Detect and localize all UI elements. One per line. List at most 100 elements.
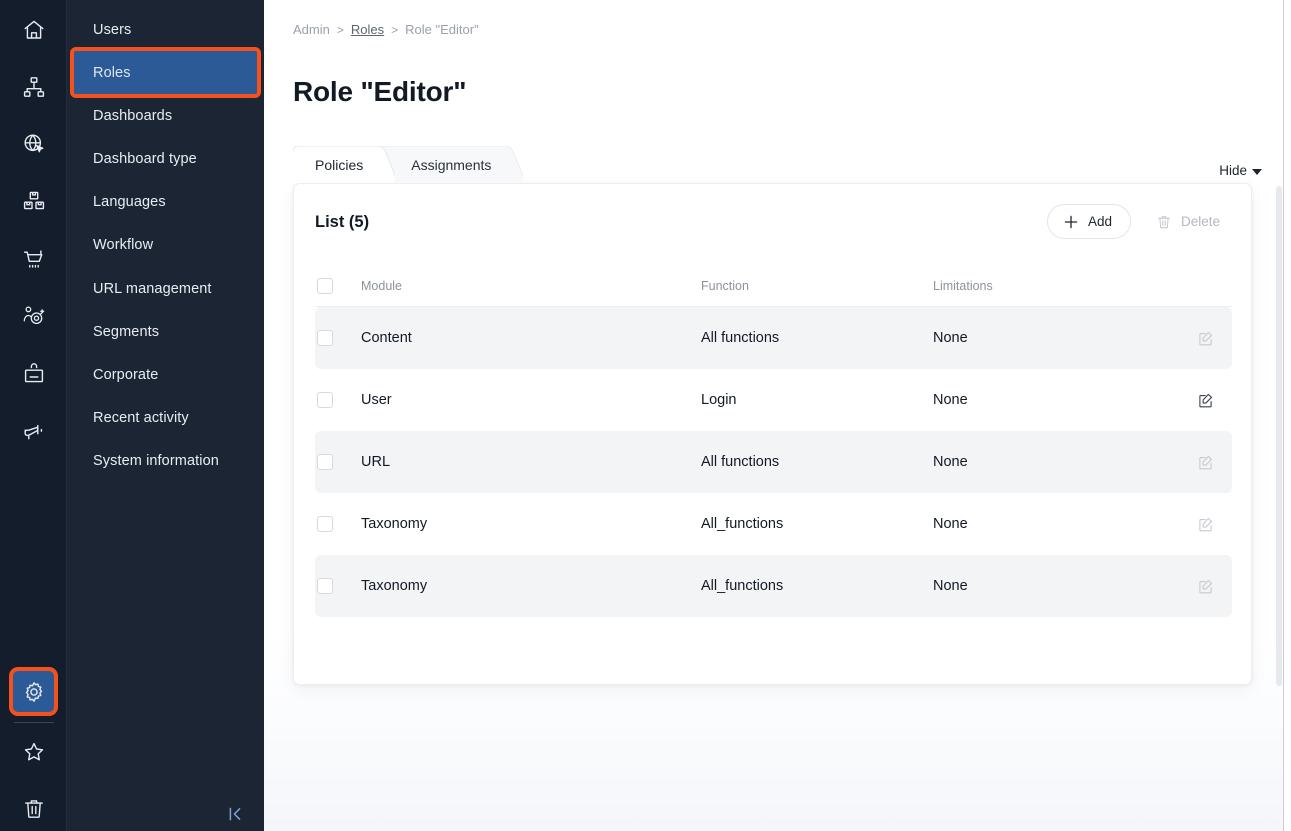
cell-module: URL — [361, 454, 701, 470]
rail-divider — [14, 722, 54, 723]
cell-module: Taxonomy — [361, 516, 701, 532]
table-row[interactable]: Taxonomy All_functions None — [315, 555, 1232, 617]
breadcrumb-item-admin[interactable]: Admin — [293, 22, 330, 37]
tab-assignments[interactable]: Assignments — [381, 146, 523, 183]
row-checkbox[interactable] — [317, 330, 333, 346]
select-all-cell — [315, 278, 361, 294]
cell-limitations: None — [933, 516, 1178, 532]
sidebar-item-label: Dashboard type — [93, 151, 197, 167]
sidebar-item-languages[interactable]: Languages — [74, 180, 257, 223]
sidebar-item-segments[interactable]: Segments — [74, 310, 257, 353]
edit-icon[interactable] — [1178, 330, 1232, 347]
breadcrumb: Admin > Roles > Role "Editor" — [293, 22, 479, 37]
breadcrumb-item-current: Role "Editor" — [405, 22, 479, 37]
edit-icon[interactable] — [1178, 578, 1232, 595]
sidebar-item-recent-activity[interactable]: Recent activity — [74, 396, 257, 439]
policies-card: List (5) Add — [293, 183, 1252, 685]
scrollbar-thumb[interactable] — [1276, 186, 1282, 686]
home-icon[interactable] — [12, 8, 55, 51]
edit-icon[interactable] — [1178, 516, 1232, 533]
sidebar-item-workflow[interactable]: Workflow — [74, 223, 257, 266]
sidebar-item-label: Languages — [93, 194, 166, 210]
cell-function: Login — [701, 392, 933, 408]
table-row[interactable]: Content All functions None — [315, 307, 1232, 369]
id-badge-icon[interactable] — [12, 352, 55, 395]
audience-target-icon[interactable] — [12, 294, 55, 337]
edit-icon[interactable] — [1178, 454, 1232, 471]
sidebar-item-label: Dashboards — [93, 108, 172, 124]
sidebar: Users Roles Dashboards Dashboard type La… — [67, 0, 264, 831]
cell-limitations: None — [933, 578, 1178, 594]
tab-policies[interactable]: Policies — [293, 146, 395, 183]
table-row[interactable]: Taxonomy All_functions None — [315, 493, 1232, 555]
hide-toggle-label: Hide — [1219, 163, 1247, 178]
trash-icon[interactable] — [12, 787, 55, 830]
row-select-cell — [315, 516, 361, 532]
cell-function: All functions — [701, 454, 933, 470]
cell-limitations: None — [933, 392, 1178, 408]
hide-toggle[interactable]: Hide — [1219, 163, 1262, 178]
table-row[interactable]: URL All functions None — [315, 431, 1232, 493]
gear-icon[interactable] — [12, 670, 55, 713]
sidebar-item-url-management[interactable]: URL management — [74, 267, 257, 310]
boxes-icon[interactable] — [12, 179, 55, 222]
cell-function: All functions — [701, 330, 933, 346]
right-gutter — [1285, 0, 1291, 831]
sidebar-item-label: Workflow — [93, 237, 153, 253]
sidebar-item-system-information[interactable]: System information — [74, 439, 257, 482]
column-header-function: Function — [701, 279, 933, 293]
sitemap-icon[interactable] — [12, 65, 55, 108]
sidebar-item-label: Recent activity — [93, 410, 189, 426]
sidebar-item-roles[interactable]: Roles — [74, 51, 257, 94]
policies-table: Module Function Limitations Content All … — [315, 266, 1232, 617]
tab-bar: Policies Assignments — [293, 146, 523, 183]
sidebar-item-label: URL management — [93, 281, 212, 297]
delete-button[interactable]: Delete — [1144, 204, 1232, 239]
list-header: List (5) Add — [294, 184, 1251, 266]
add-button[interactable]: Add — [1047, 204, 1131, 239]
collapse-sidebar-icon[interactable] — [222, 802, 248, 826]
icon-rail — [0, 0, 67, 831]
table-header-row: Module Function Limitations — [315, 266, 1232, 307]
row-checkbox[interactable] — [317, 454, 333, 470]
star-icon[interactable] — [12, 730, 55, 773]
page-frame: Users Roles Dashboards Dashboard type La… — [0, 0, 1284, 831]
sidebar-item-label: Users — [93, 22, 131, 38]
sidebar-item-dashboard-type[interactable]: Dashboard type — [74, 137, 257, 180]
breadcrumb-separator: > — [391, 23, 398, 37]
cell-module: Taxonomy — [361, 578, 701, 594]
column-header-module: Module — [361, 279, 701, 293]
edit-icon[interactable] — [1178, 392, 1232, 409]
cell-limitations: None — [933, 330, 1178, 346]
row-select-cell — [315, 454, 361, 470]
sidebar-item-dashboards[interactable]: Dashboards — [74, 94, 257, 137]
cell-function: All_functions — [701, 516, 933, 532]
delete-button-label: Delete — [1181, 214, 1220, 229]
megaphone-icon[interactable] — [12, 410, 55, 453]
main-scrollbar[interactable] — [1275, 0, 1284, 831]
sidebar-item-label: Roles — [93, 65, 131, 81]
app-root: Users Roles Dashboards Dashboard type La… — [0, 0, 1291, 831]
shopping-cart-icon[interactable] — [12, 237, 55, 280]
sidebar-item-label: Segments — [93, 324, 159, 340]
row-checkbox[interactable] — [317, 516, 333, 532]
table-row[interactable]: User Login None — [315, 369, 1232, 431]
add-button-label: Add — [1088, 214, 1112, 229]
row-checkbox[interactable] — [317, 392, 333, 408]
globe-cursor-icon[interactable] — [12, 122, 55, 165]
tab-label: Policies — [315, 157, 363, 173]
cell-module: Content — [361, 330, 701, 346]
tab-label: Assignments — [411, 157, 491, 173]
row-checkbox[interactable] — [317, 578, 333, 594]
page-title: Role "Editor" — [293, 76, 466, 108]
plus-icon — [1063, 214, 1079, 230]
row-select-cell — [315, 578, 361, 594]
list-title: List (5) — [315, 213, 369, 232]
sidebar-item-users[interactable]: Users — [74, 8, 257, 51]
sidebar-item-corporate[interactable]: Corporate — [74, 353, 257, 396]
breadcrumb-separator: > — [337, 23, 344, 37]
select-all-checkbox[interactable] — [317, 278, 333, 294]
cell-function: All_functions — [701, 578, 933, 594]
breadcrumb-item-roles[interactable]: Roles — [351, 22, 384, 37]
cell-limitations: None — [933, 454, 1178, 470]
